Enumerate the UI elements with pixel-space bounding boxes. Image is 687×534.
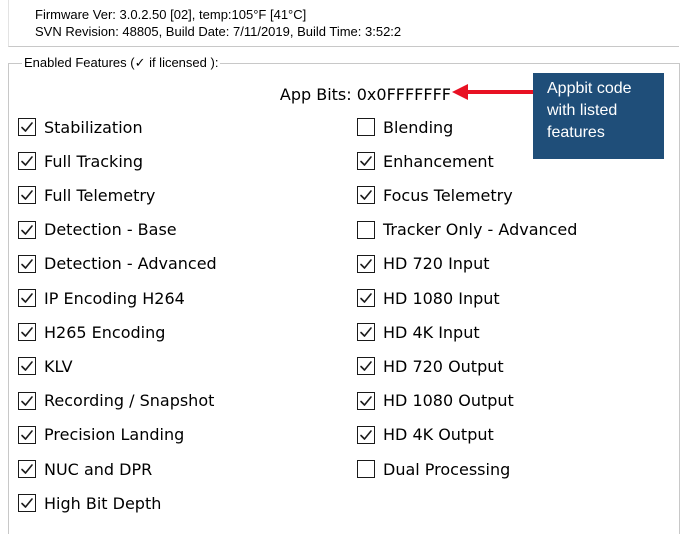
checkbox[interactable] bbox=[357, 425, 375, 444]
feature-label: IP Encoding H264 bbox=[44, 288, 185, 308]
checkmark-icon bbox=[21, 224, 33, 235]
checkbox[interactable] bbox=[357, 357, 375, 376]
checkbox[interactable] bbox=[18, 357, 36, 376]
checkbox[interactable] bbox=[357, 289, 375, 307]
appbit-callout-box: Appbit code with listed features bbox=[533, 73, 664, 159]
feature-label: Detection - Base bbox=[44, 220, 177, 240]
feature-high-bit-depth[interactable]: High Bit Depth bbox=[18, 492, 161, 514]
checkmark-icon bbox=[360, 156, 372, 166]
checkmark-icon bbox=[360, 258, 372, 269]
checkmark-icon bbox=[21, 327, 33, 337]
feature-label: HD 4K Output bbox=[383, 425, 494, 445]
checkmark-icon bbox=[21, 258, 33, 269]
feature-label: Enhancement bbox=[383, 151, 494, 171]
checkbox[interactable] bbox=[357, 186, 375, 205]
red-arrow-icon bbox=[452, 84, 534, 100]
checkbox[interactable] bbox=[18, 220, 36, 239]
checkbox[interactable] bbox=[357, 118, 375, 136]
firmware-version-text: Firmware Ver: 3.0.2.50 [02], temp:105°F … bbox=[35, 7, 307, 22]
checkbox[interactable] bbox=[18, 254, 36, 273]
feature-enhancement[interactable]: Enhancement bbox=[357, 150, 494, 172]
checkbox[interactable] bbox=[18, 460, 36, 478]
checkbox[interactable] bbox=[357, 220, 375, 239]
checkmark-icon bbox=[21, 464, 33, 474]
feature-label: HD 720 Input bbox=[383, 254, 490, 274]
feature-dual-processing[interactable]: Dual Processing bbox=[357, 458, 510, 480]
feature-focus-telemetry[interactable]: Focus Telemetry bbox=[357, 184, 513, 206]
feature-hd-1080-input[interactable]: HD 1080 Input bbox=[357, 287, 500, 309]
callout-line-1: Appbit code bbox=[547, 80, 632, 97]
feature-label: HD 720 Output bbox=[383, 356, 504, 376]
feature-stabilization[interactable]: Stabilization bbox=[18, 116, 143, 138]
checkbox[interactable] bbox=[357, 152, 375, 171]
feature-label: HD 1080 Input bbox=[383, 288, 500, 308]
checkbox[interactable] bbox=[18, 425, 36, 444]
feature-blending[interactable]: Blending bbox=[357, 116, 453, 138]
checkmark-icon bbox=[21, 498, 33, 508]
feature-label: Blending bbox=[383, 117, 454, 137]
checkbox[interactable] bbox=[18, 323, 36, 342]
feature-label: Detection - Advanced bbox=[44, 254, 217, 274]
checkmark-icon bbox=[21, 190, 33, 201]
feature-hd-720-input[interactable]: HD 720 Input bbox=[357, 253, 490, 275]
checkbox[interactable] bbox=[357, 254, 375, 273]
checkbox[interactable] bbox=[18, 494, 36, 513]
feature-hd-720-output[interactable]: HD 720 Output bbox=[357, 355, 504, 377]
feature-label: Precision Landing bbox=[44, 425, 185, 445]
checkmark-icon bbox=[21, 395, 33, 406]
checkbox[interactable] bbox=[18, 186, 36, 205]
checkmark-icon bbox=[21, 293, 33, 303]
checkbox[interactable] bbox=[357, 460, 375, 478]
checkbox[interactable] bbox=[18, 152, 36, 171]
feature-label: Tracker Only - Advanced bbox=[383, 220, 578, 240]
checkbox[interactable] bbox=[18, 118, 36, 136]
feature-label: Dual Processing bbox=[383, 459, 511, 479]
feature-label: Focus Telemetry bbox=[383, 185, 513, 205]
feature-label: KLV bbox=[44, 356, 73, 376]
feature-ip-encoding-h264[interactable]: IP Encoding H264 bbox=[18, 287, 185, 309]
feature-tracker-only-advanced[interactable]: Tracker Only - Advanced bbox=[357, 219, 577, 241]
feature-hd-4k-output[interactable]: HD 4K Output bbox=[357, 424, 494, 446]
feature-label: HD 1080 Output bbox=[383, 391, 514, 411]
checkmark-icon bbox=[360, 395, 372, 406]
callout-line-2: with listed bbox=[547, 102, 618, 119]
checkmark-icon bbox=[360, 293, 372, 303]
app-bits-value: App Bits: 0x0FFFFFFF bbox=[279, 85, 451, 104]
feature-label: Recording / Snapshot bbox=[44, 391, 215, 411]
feature-full-telemetry[interactable]: Full Telemetry bbox=[18, 184, 155, 206]
feature-klv[interactable]: KLV bbox=[18, 355, 73, 377]
checkmark-icon bbox=[360, 327, 372, 337]
svn-build-info-text: SVN Revision: 48805, Build Date: 7/11/20… bbox=[35, 24, 402, 39]
feature-hd-4k-input[interactable]: HD 4K Input bbox=[357, 321, 480, 343]
feature-recording-snapshot[interactable]: Recording / Snapshot bbox=[18, 390, 214, 412]
checkbox[interactable] bbox=[18, 289, 36, 307]
checkmark-icon bbox=[21, 122, 33, 132]
checkbox[interactable] bbox=[357, 391, 375, 410]
checkmark-icon bbox=[360, 361, 372, 372]
feature-h265-encoding[interactable]: H265 Encoding bbox=[18, 321, 165, 343]
callout-line-3: features bbox=[547, 124, 605, 141]
feature-full-tracking[interactable]: Full Tracking bbox=[18, 150, 143, 172]
feature-label: HD 4K Input bbox=[383, 322, 480, 342]
feature-detection-advanced[interactable]: Detection - Advanced bbox=[18, 253, 217, 275]
feature-label: Full Tracking bbox=[44, 151, 144, 171]
feature-hd-1080-output[interactable]: HD 1080 Output bbox=[357, 390, 514, 412]
checkmark-icon bbox=[360, 190, 372, 201]
checkmark-icon bbox=[21, 156, 33, 166]
checkmark-icon bbox=[21, 429, 33, 440]
checkbox[interactable] bbox=[357, 323, 375, 342]
feature-label: Stabilization bbox=[44, 117, 143, 137]
feature-precision-landing[interactable]: Precision Landing bbox=[18, 424, 184, 446]
firmware-info-panel: Firmware Ver: 3.0.2.50 [02], temp:105°F … bbox=[8, 0, 679, 47]
feature-label: H265 Encoding bbox=[44, 322, 166, 342]
enabled-features-legend: Enabled Features (✓ if licensed ): bbox=[22, 55, 221, 71]
checkmark-icon bbox=[21, 361, 33, 372]
feature-label: Full Telemetry bbox=[44, 185, 156, 205]
feature-nuc-and-dpr[interactable]: NUC and DPR bbox=[18, 458, 152, 480]
feature-label: High Bit Depth bbox=[44, 493, 162, 513]
feature-detection-base[interactable]: Detection - Base bbox=[18, 219, 177, 241]
checkmark-icon bbox=[360, 429, 372, 440]
feature-label: NUC and DPR bbox=[44, 459, 153, 479]
checkbox[interactable] bbox=[18, 391, 36, 410]
